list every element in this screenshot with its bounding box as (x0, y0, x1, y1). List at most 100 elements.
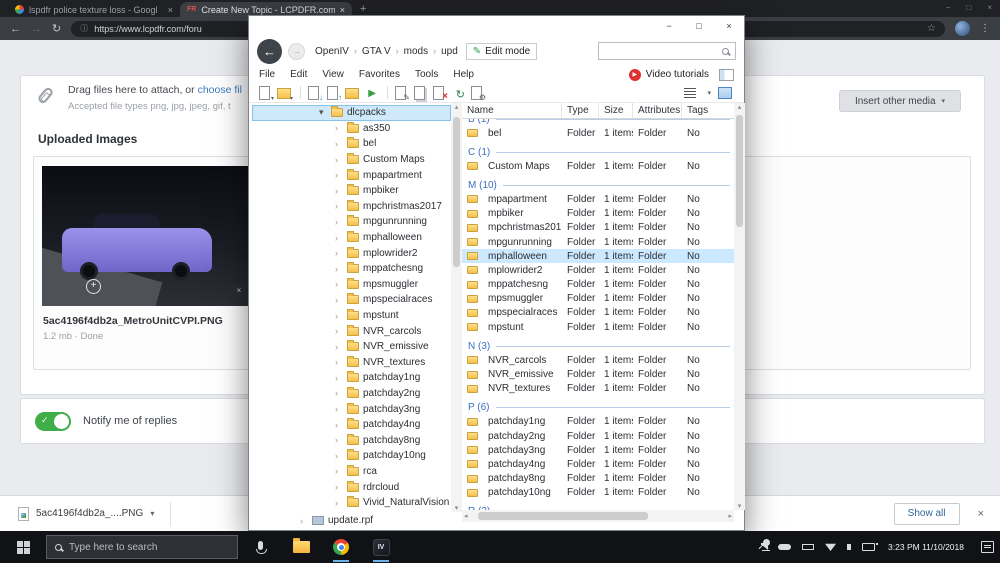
openiv-taskbar-icon[interactable]: IV (369, 532, 393, 562)
tree-item-mpbiker[interactable]: › mpbiker (252, 183, 451, 199)
taskbar-clock[interactable]: 3:23 PM 11/10/2018 (888, 542, 964, 552)
tab-close-icon[interactable]: × (340, 5, 345, 15)
file-row-mpstunt[interactable]: mpstunt Folder 1 items Folder No (462, 320, 734, 334)
column-attributes[interactable]: Attributes (633, 103, 682, 118)
open-folder-icon[interactable] (344, 85, 359, 100)
tree-item-dlcpacks[interactable]: ▾ dlcpacks (252, 105, 451, 121)
onedrive-icon[interactable] (778, 544, 792, 550)
tree-item-mphalloween[interactable]: › mphalloween (252, 230, 451, 246)
insert-other-media-button[interactable]: Insert other media ▾ (839, 90, 961, 112)
menu-file[interactable]: File (259, 69, 275, 80)
tree-item-vivid-naturalvision[interactable]: › Vivid_NaturalVision (252, 495, 451, 511)
scroll-thumb[interactable] (478, 512, 648, 520)
file-row-nvr-carcols[interactable]: NVR_carcols Folder 1 items Folder No (462, 353, 734, 367)
download-item-chevron-icon[interactable]: ▾ (150, 509, 154, 518)
file-row-mpchristmas2017[interactable]: mpchristmas2017 Folder 1 items Folder No (462, 221, 734, 235)
minimize-icon[interactable]: − (654, 16, 684, 35)
close-icon[interactable]: × (714, 16, 744, 35)
file-row-patchday4ng[interactable]: patchday4ng Folder 1 items Folder No (462, 457, 734, 471)
menu-edit[interactable]: Edit (290, 69, 307, 80)
search-input[interactable] (598, 42, 736, 60)
download-item[interactable]: 5ac4196f4db2a_....PNG ▾ (10, 503, 162, 525)
tree-item-patchday10ng[interactable]: › patchday10ng (252, 448, 451, 464)
edit-mode-button[interactable]: ✎ Edit mode (465, 42, 538, 60)
bookmark-star-icon[interactable]: ☆ (927, 23, 936, 34)
tree-item-rca[interactable]: › rca (252, 464, 451, 480)
new-file-icon[interactable] (257, 85, 274, 102)
openiv-title-bar[interactable]: − □ × (249, 16, 744, 36)
file-row-nvr-textures[interactable]: NVR_textures Folder 1 items Folder No (462, 382, 734, 396)
tree-item-patchday1ng[interactable]: › patchday1ng (252, 370, 451, 386)
scroll-right-icon[interactable]: ▸ (728, 512, 732, 520)
battery-icon[interactable] (802, 544, 815, 550)
tree-item-custom-maps[interactable]: › Custom Maps (252, 152, 451, 168)
chrome-taskbar-icon[interactable] (329, 532, 353, 562)
close-icon[interactable]: × (987, 3, 992, 12)
file-row-custom-maps[interactable]: Custom Maps Folder 1 items Folder No (462, 159, 734, 173)
group-header-p-6[interactable]: P (6) (462, 401, 734, 415)
forward-icon[interactable]: → (31, 23, 42, 35)
new-tab-button[interactable]: + (360, 3, 366, 15)
file-row-mpgunrunning[interactable]: mpgunrunning Folder 1 items Folder No (462, 235, 734, 249)
tree-item-patchday2ng[interactable]: › patchday2ng (252, 386, 451, 402)
file-row-mphalloween[interactable]: mphalloween Folder 1 items Folder No (462, 249, 734, 264)
menu-favorites[interactable]: Favorites (359, 69, 400, 80)
profile-avatar[interactable] (955, 21, 970, 36)
tree-item-update-rpf[interactable]: › update.rpf (252, 513, 451, 528)
import-icon[interactable] (306, 85, 323, 102)
file-list-scrollbar[interactable]: ▴ ▾ (734, 103, 745, 510)
tree-item-patchday3ng[interactable]: › patchday3ng (252, 401, 451, 417)
site-info-icon[interactable]: ⓘ (80, 23, 88, 34)
breadcrumb-gta-v[interactable]: GTA V (362, 46, 391, 57)
file-row-mpsmuggler[interactable]: mpsmuggler Folder 1 items Folder No (462, 292, 734, 306)
details-view-icon[interactable] (718, 86, 732, 99)
column-tags[interactable]: Tags (682, 103, 734, 118)
tree-item-patchday8ng[interactable]: › patchday8ng (252, 432, 451, 448)
column-size[interactable]: Size (599, 103, 633, 118)
file-list-header[interactable]: Name Type Size Attributes Tags (462, 103, 734, 119)
scroll-up-icon[interactable]: ▴ (455, 103, 459, 111)
start-button[interactable] (0, 531, 46, 563)
video-tutorials-link[interactable]: ▶ Video tutorials (628, 68, 709, 81)
network-icon[interactable] (825, 543, 837, 551)
maximize-icon[interactable]: □ (966, 3, 971, 12)
file-row-mpapartment[interactable]: mpapartment Folder 1 items Folder No (462, 192, 734, 206)
tree-scrollbar[interactable]: ▴ ▾ (451, 103, 462, 512)
tree-item-mpgunrunning[interactable]: › mpgunrunning (252, 214, 451, 230)
breadcrumb-upd[interactable]: upd (441, 46, 458, 57)
uploaded-image-thumbnail[interactable]: + × (42, 166, 252, 306)
file-row-patchday2ng[interactable]: patchday2ng Folder 1 items Folder No (462, 429, 734, 443)
tree-item-as350[interactable]: › as350 (252, 121, 451, 137)
copy-file-icon[interactable] (412, 85, 427, 100)
scroll-down-icon[interactable]: ▾ (738, 502, 742, 510)
tree-item-patchday4ng[interactable]: › patchday4ng (252, 417, 451, 433)
menu-view[interactable]: View (322, 69, 344, 80)
file-row-mppatchesng[interactable]: mppatchesng Folder 1 items Folder No (462, 278, 734, 292)
scroll-thumb[interactable] (736, 115, 743, 227)
browser-window-controls[interactable]: − □ × (946, 3, 992, 12)
column-type[interactable]: Type (562, 103, 599, 118)
tree-item-mpstunt[interactable]: › mpstunt (252, 308, 451, 324)
file-row-nvr-emissive[interactable]: NVR_emissive Folder 1 items Folder No (462, 367, 734, 381)
scroll-down-icon[interactable]: ▾ (455, 504, 459, 512)
tree-item-mpsmuggler[interactable]: › mpsmuggler (252, 277, 451, 293)
export-icon[interactable] (325, 85, 342, 102)
file-row-mplowrider2[interactable]: mplowrider2 Folder 1 items Folder No (462, 263, 734, 277)
group-header-n-3[interactable]: N (3) (462, 339, 734, 353)
file-row-mpbiker[interactable]: mpbiker Folder 1 items Folder No (462, 207, 734, 221)
tree-item-nvr-carcols[interactable]: › NVR_carcols (252, 323, 451, 339)
expanded-chevron-icon[interactable]: ▾ (319, 107, 327, 118)
breadcrumb-mods[interactable]: mods (404, 46, 428, 57)
scroll-left-icon[interactable]: ◂ (464, 512, 468, 520)
download-bar-close-icon[interactable]: × (978, 508, 984, 520)
reload-icon[interactable]: ↻ (52, 22, 61, 35)
tree-item-mppatchesng[interactable]: › mppatchesng (252, 261, 451, 277)
choose-files-link[interactable]: choose fil (198, 84, 242, 96)
file-row-patchday3ng[interactable]: patchday3ng Folder 1 items Folder No (462, 443, 734, 457)
tree-item-nvr-emissive[interactable]: › NVR_emissive (252, 339, 451, 355)
tab-close-icon[interactable]: × (168, 5, 173, 15)
collapsed-chevron-icon[interactable]: › (300, 516, 308, 526)
back-button[interactable]: ← (257, 38, 282, 64)
tree-item-mplowrider2[interactable]: › mplowrider2 (252, 245, 451, 261)
edit-file-icon[interactable] (393, 85, 410, 102)
